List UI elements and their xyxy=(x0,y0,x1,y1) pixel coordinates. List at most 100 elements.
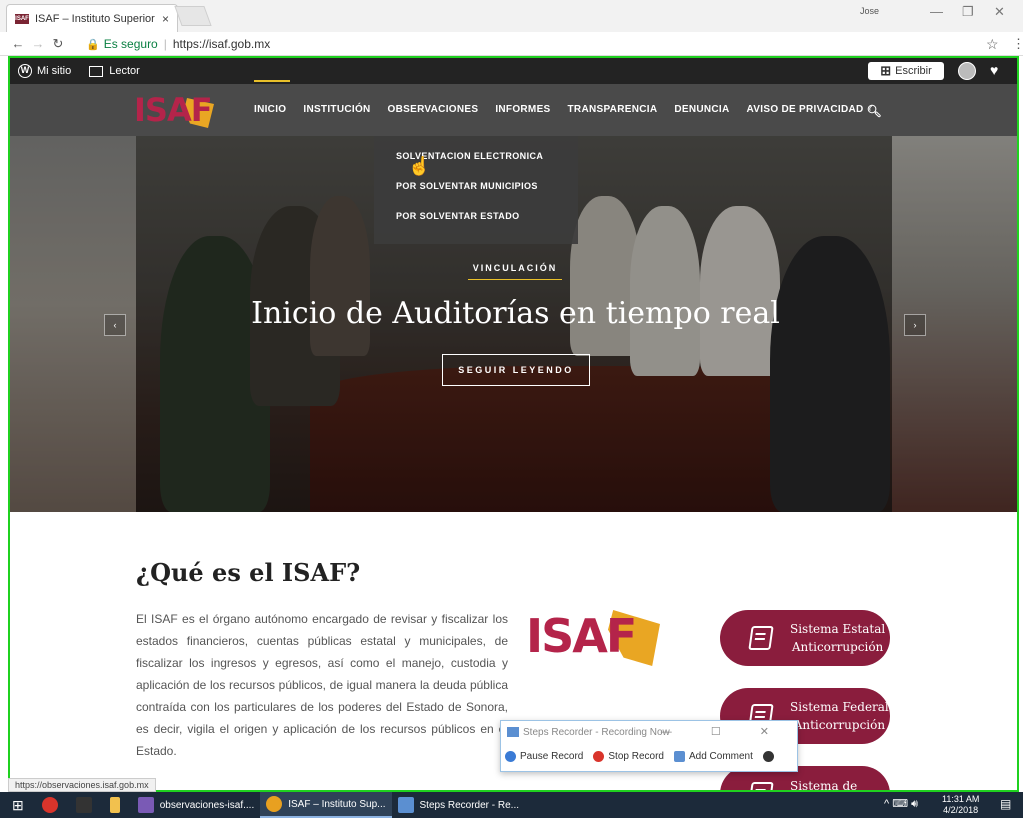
site-logo[interactable]: ISAF xyxy=(134,94,220,130)
logo-text: ISAF xyxy=(134,91,213,129)
bookmark-star-icon[interactable]: ☆ xyxy=(986,36,999,53)
recorder-title: Steps Recorder - Recording Now xyxy=(523,726,670,738)
nav-inicio[interactable]: INICIO xyxy=(254,80,291,118)
stop-label: Stop Record xyxy=(608,750,664,762)
clock-time: 11:31 AM xyxy=(942,794,980,804)
comment-icon xyxy=(673,750,685,762)
back-icon[interactable]: ← xyxy=(8,36,28,51)
taskbar-item-chrome[interactable]: ISAF – Instituto Sup... xyxy=(260,792,392,818)
comment-label: Add Comment xyxy=(688,750,753,762)
url-field[interactable]: 🔒 Es seguro | https://isaf.gob.mx xyxy=(86,35,1006,53)
new-tab-button[interactable] xyxy=(174,6,212,26)
red-app-icon xyxy=(41,797,58,813)
hero-category[interactable]: VINCULACIÓN xyxy=(468,263,562,280)
main-nav: INICIO INSTITUCIÓN OBSERVACIONES INFORME… xyxy=(254,80,883,118)
nav-institucion[interactable]: INSTITUCIÓN xyxy=(303,104,370,118)
taskbar-clock[interactable]: 11:31 AM 4/2/2018 xyxy=(942,794,979,816)
search-icon[interactable]: 🔍︎ xyxy=(867,104,883,118)
slider-next-icon[interactable]: › xyxy=(904,314,926,336)
document-icon xyxy=(748,782,774,790)
reader-label: Lector xyxy=(109,65,140,77)
menu-icon[interactable]: ⋮ xyxy=(1012,36,1023,52)
start-button[interactable]: ⊞ xyxy=(0,792,36,818)
reader-link[interactable]: Lector xyxy=(89,65,140,77)
browser-tabstrip: ISAF ISAF – Instituto Superior × Jose — … xyxy=(0,0,1023,32)
recorder-window-controls[interactable]: — ☐ ✕ xyxy=(661,725,787,738)
recorder-toolbar: Pause Record Stop Record Add Comment xyxy=(501,743,797,769)
nav-denuncia[interactable]: DENUNCIA xyxy=(674,104,729,118)
wordpress-icon: W xyxy=(18,64,32,78)
app-icon xyxy=(137,797,154,813)
nav-aviso-privacidad[interactable]: AVISO DE PRIVACIDAD xyxy=(747,104,864,118)
url-text: https://isaf.gob.mx xyxy=(172,37,271,51)
maximize-icon[interactable]: ❐ xyxy=(962,4,974,20)
reload-icon[interactable]: ↻ xyxy=(48,36,68,52)
site-header: ISAF INICIO INSTITUCIÓN OBSERVACIONES IN… xyxy=(10,80,1017,136)
pill-label: Sistema Federal Anticorrupción xyxy=(790,700,889,732)
nav-observaciones[interactable]: OBSERVACIONES xyxy=(388,104,479,118)
wp-admin-bar: W Mi sitio Lector ⊞ Escribir ♥ xyxy=(10,58,1017,84)
write-button[interactable]: ⊞ Escribir xyxy=(868,62,944,80)
taskbar-label: ISAF – Instituto Sup... xyxy=(288,798,386,810)
section-title: ¿Qué es el ISAF? xyxy=(136,558,361,587)
taskbar-item-observaciones[interactable]: observaciones-isaf.... xyxy=(132,792,261,818)
read-more-button[interactable]: SEGUIR LEYENDO xyxy=(442,354,590,386)
tab-close-icon[interactable]: × xyxy=(162,12,169,26)
address-bar: ← → ↻ 🔒 Es seguro | https://isaf.gob.mx xyxy=(0,32,1023,56)
forward-icon[interactable]: → xyxy=(28,36,48,51)
document-icon xyxy=(748,626,774,650)
my-site-label: Mi sitio xyxy=(37,65,72,77)
chrome-icon xyxy=(266,796,283,812)
stop-record-button[interactable]: Stop Record xyxy=(593,750,664,762)
add-comment-button[interactable]: Add Comment xyxy=(673,750,753,762)
reader-icon xyxy=(89,65,104,77)
write-label: Escribir xyxy=(895,65,932,77)
notifications-center-icon[interactable]: ▤ xyxy=(1000,797,1011,811)
recorder-titlebar: Steps Recorder - Recording Now — ☐ ✕ xyxy=(501,721,797,743)
terminal-icon xyxy=(75,797,92,813)
status-url: https://observaciones.isaf.gob.mx xyxy=(8,778,156,792)
app-icon-red[interactable] xyxy=(36,792,70,818)
slider-prev-icon[interactable]: ‹ xyxy=(104,314,126,336)
web-page: W Mi sitio Lector ⊞ Escribir ♥ ISAF INIC… xyxy=(8,56,1019,792)
my-site-link[interactable]: W Mi sitio xyxy=(18,64,71,78)
observaciones-dropdown: SOLVENTACION ELECTRONICA POR SOLVENTAR M… xyxy=(374,136,578,244)
dropdown-item-solventacion-electronica[interactable]: SOLVENTACION ELECTRONICA xyxy=(374,150,578,180)
close-window-icon[interactable]: ✕ xyxy=(994,4,1005,20)
lock-icon: 🔒 xyxy=(86,38,100,51)
clock-date: 4/2/2018 xyxy=(943,805,979,815)
nav-transparencia[interactable]: TRANSPARENCIA xyxy=(568,104,658,118)
isaf-logo-text: ISAF xyxy=(526,609,637,663)
app-icon-terminal[interactable] xyxy=(70,792,104,818)
hero-title[interactable]: Inicio de Auditorías en tiempo real xyxy=(10,296,1017,331)
nav-informes[interactable]: INFORMES xyxy=(495,104,550,118)
system-tray-icons[interactable]: ^ ⌨ 🔊︎ xyxy=(884,797,918,811)
section-body: El ISAF es el órgano autónomo encargado … xyxy=(136,612,508,758)
pause-label: Pause Record xyxy=(520,750,584,762)
taskbar-item-steps-recorder[interactable]: Steps Recorder - Re... xyxy=(392,792,525,818)
minimize-icon[interactable]: — xyxy=(930,4,943,19)
windows-taskbar: ⊞ observaciones-isaf.... ISAF – Institut… xyxy=(0,792,1023,818)
taskbar-label: Steps Recorder - Re... xyxy=(419,799,519,811)
stop-icon xyxy=(593,750,605,762)
browser-tab[interactable]: ISAF ISAF – Instituto Superior × xyxy=(6,4,178,32)
pause-icon xyxy=(505,750,516,762)
url-separator: | xyxy=(163,37,167,51)
avatar[interactable] xyxy=(958,62,976,80)
sistema-estatal-button[interactable]: Sistema Estatal Anticorrupción xyxy=(720,610,890,666)
write-icon: ⊞ xyxy=(880,63,892,78)
notifications-icon[interactable]: ♥ xyxy=(990,62,998,78)
favicon-icon: ISAF xyxy=(15,13,29,24)
dropdown-item-por-solventar-municipios[interactable]: POR SOLVENTAR MUNICIPIOS xyxy=(374,180,578,210)
profile-button[interactable]: Jose xyxy=(860,6,882,22)
dropdown-item-por-solventar-estado[interactable]: POR SOLVENTAR ESTADO xyxy=(374,210,578,240)
help-icon[interactable] xyxy=(762,750,774,762)
pause-record-button[interactable]: Pause Record xyxy=(505,750,584,762)
tab-title: ISAF – Instituto Superior xyxy=(35,12,155,25)
pill-label: Sistema de xyxy=(790,779,858,792)
file-explorer-icon xyxy=(109,797,120,813)
app-icon-folder[interactable] xyxy=(104,792,132,818)
pill-label: Sistema Estatal Anticorrupción xyxy=(790,622,886,654)
recorder-app-icon xyxy=(507,727,519,737)
steps-recorder-window: Steps Recorder - Recording Now — ☐ ✕ Pau… xyxy=(500,720,798,772)
